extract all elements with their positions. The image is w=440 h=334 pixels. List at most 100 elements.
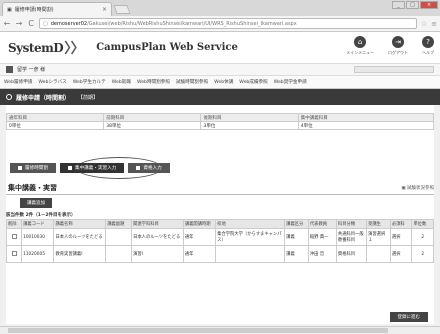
table-cell: 資格科目 (335, 245, 368, 263)
menu-item-seiseki[interactable]: Web成績参照 (239, 79, 267, 85)
credit-header: 前期科目 (103, 113, 202, 122)
credit-value: 4単位 (297, 121, 435, 130)
page-subtitle: 【前期】 (78, 94, 99, 101)
menu-item-shogakukin[interactable]: Web奨学金申請 (274, 79, 307, 85)
home-icon: ⌂ (354, 36, 367, 48)
main-content: 通年科目 前期科目 後期科目 集中講義科目 0単位 38単位 3単位 4単位 履… (5, 105, 435, 324)
tab-timetable[interactable]: 履修時間割 (10, 163, 56, 173)
browser-tab-strip: ▣ 履修申請(時間割) × _ □ × (0, 0, 440, 16)
col-header: 削除 (5, 219, 23, 229)
table-cell: 10010030 (21, 228, 55, 246)
menu-item-jikanwari[interactable]: Web時間割参照 (137, 79, 170, 85)
credit-value: 38単位 (103, 121, 202, 130)
exam-status-link[interactable]: ▣ 試験状況参照 (401, 185, 434, 191)
col-header: 代表教員 (307, 219, 337, 229)
col-header: 講義コード (21, 219, 55, 229)
menu-icon[interactable]: ≡ (431, 20, 437, 28)
header-icon-group: ⌂ メインメニュー ⇥ ログアウト ? ヘルプ (346, 36, 434, 56)
user-bar: 留学 一彦 様 (0, 64, 440, 76)
add-lecture-button[interactable]: 講義追加 (20, 198, 52, 208)
page-favicon-icon: ▣ (7, 6, 12, 13)
menu-item-shiken[interactable]: 試験時間割参照 (176, 79, 208, 85)
col-header: 講義副題 (105, 219, 133, 229)
table-cell: 教育実習講義Ⅰ (53, 245, 107, 263)
col-header: 単位数 (411, 219, 434, 229)
table-cell (366, 245, 391, 263)
menu-item-karte[interactable]: Web学生カルテ (73, 79, 106, 85)
horizontal-scrollbar[interactable] (0, 326, 440, 334)
back-button[interactable]: ← (3, 19, 11, 28)
system-d-logo: SystemD 〉〉 (8, 40, 85, 57)
lecture-table: 削除 講義コード 講義名称 講義副題 関連学科科目 講義開講時期 校地 講義区分… (5, 219, 434, 263)
col-header: 関連学科科目 (131, 219, 184, 229)
col-header: 講義名称 (53, 219, 107, 229)
table-cell: 日本人のルーツをたどる (53, 228, 107, 246)
page-icon: ▢ (43, 20, 48, 27)
browser-tab-title: 履修申請(時間割) (14, 7, 54, 13)
menu-item-web-rishu[interactable]: Web履修申請 (4, 79, 32, 85)
forward-button[interactable]: → (15, 19, 23, 28)
title-bullet-icon (6, 94, 12, 100)
main-menu-bar: Web履修申請 Webシラバス Web学生カルテ Web就職 Web時間割参照 … (0, 76, 440, 89)
scrollbar-thumb[interactable] (8, 328, 388, 333)
service-name: CampusPlan Web Service (96, 42, 238, 53)
table-cell (215, 245, 286, 263)
main-menu-button[interactable]: ⌂ メインメニュー (346, 36, 374, 56)
table-cell: 通年 (182, 245, 217, 263)
table-cell: 選択 (389, 245, 413, 263)
table-cell (105, 228, 133, 246)
tab-qualification-input[interactable]: 資格入力 (128, 163, 170, 173)
window-controls: _ □ × (392, 1, 438, 9)
logout-button[interactable]: ⇥ ログアウト (388, 36, 408, 56)
close-tab-icon[interactable]: × (102, 6, 107, 13)
table-cell: 選択 (389, 228, 413, 246)
browser-tab[interactable]: ▣ 履修申請(時間割) × (2, 2, 112, 16)
col-header: 校地 (215, 219, 286, 229)
table-row: 10010030 日本人のルーツをたどる 日本人のルーツをたどる 通年 集合学院… (5, 228, 434, 246)
url-field[interactable]: ▢ demoserver02/Gakusei/web/Rishu/WebRish… (39, 18, 417, 29)
table-cell: 集合学院大学（からすまキャンパス） (215, 228, 286, 246)
col-header: 必須科 (389, 219, 413, 229)
credit-value: 0単位 (5, 121, 105, 130)
col-header: 受講生 (366, 219, 391, 229)
menu-item-syllabus[interactable]: Webシラバス (38, 79, 66, 85)
user-name: 留学 一彦 様 (17, 67, 46, 73)
maximize-button[interactable]: □ (406, 1, 419, 9)
col-header: 科目分類 (335, 219, 368, 229)
tab-intensive-input[interactable]: 集中講義・実習入力 (59, 163, 125, 173)
menu-item-shushoku[interactable]: Web就職 (112, 79, 131, 85)
menu-item-kyuko[interactable]: Web休講 (214, 79, 233, 85)
window-close-button[interactable]: × (420, 1, 438, 9)
app-header: SystemD 〉〉 CampusPlan Web Service ⌂ メインメニ… (0, 32, 440, 64)
user-icon (6, 66, 13, 73)
new-tab-button[interactable] (113, 5, 131, 14)
tab-square-icon (136, 166, 141, 170)
table-cell: 通年 (182, 228, 217, 246)
tab-square-icon (18, 166, 22, 170)
col-header: 講義区分 (284, 219, 309, 229)
credit-header: 集中講義科目 (297, 113, 435, 122)
result-count: 該当件数 2件（1－2件目を表示） (6, 213, 76, 218)
bookmark-star-icon[interactable]: ☆ (421, 20, 427, 28)
table-header-row: 削除 講義コード 講義名称 講義副題 関連学科科目 講義開講時期 校地 講義区分… (5, 219, 434, 229)
page-title: 履修申請（時間割） (16, 94, 71, 102)
reload-button[interactable]: C (27, 19, 35, 28)
table-cell: 日本人のルーツをたどる (131, 228, 184, 246)
url-domain: demoserver02 (50, 20, 88, 27)
minimize-button[interactable]: _ (392, 1, 405, 9)
delete-checkbox[interactable] (11, 233, 17, 239)
proceed-register-button[interactable]: 登録に進む (389, 312, 428, 322)
table-cell: 沖田 哲 (307, 245, 337, 263)
section-divider (6, 194, 434, 195)
table-cell: 講義 (284, 245, 309, 263)
delete-checkbox[interactable] (11, 250, 17, 256)
table-row: 11020005 教育実習講義Ⅰ 演習Ⅰ 通年 講義 沖田 哲 資格科目 選択 … (5, 245, 434, 263)
help-button[interactable]: ? ヘルプ (422, 36, 434, 56)
credit-summary-table: 通年科目 前期科目 後期科目 集中講義科目 0単位 38単位 3単位 4単位 (5, 113, 435, 130)
logout-icon: ⇥ (392, 36, 404, 48)
section-title: 集中講義・実習 (8, 184, 57, 192)
address-bar: ← → C ▢ demoserver02/Gakusei/web/Rishu/W… (0, 16, 440, 32)
help-icon: ? (422, 36, 434, 48)
table-cell: 2 (411, 245, 434, 263)
credit-value: 3単位 (200, 121, 299, 130)
